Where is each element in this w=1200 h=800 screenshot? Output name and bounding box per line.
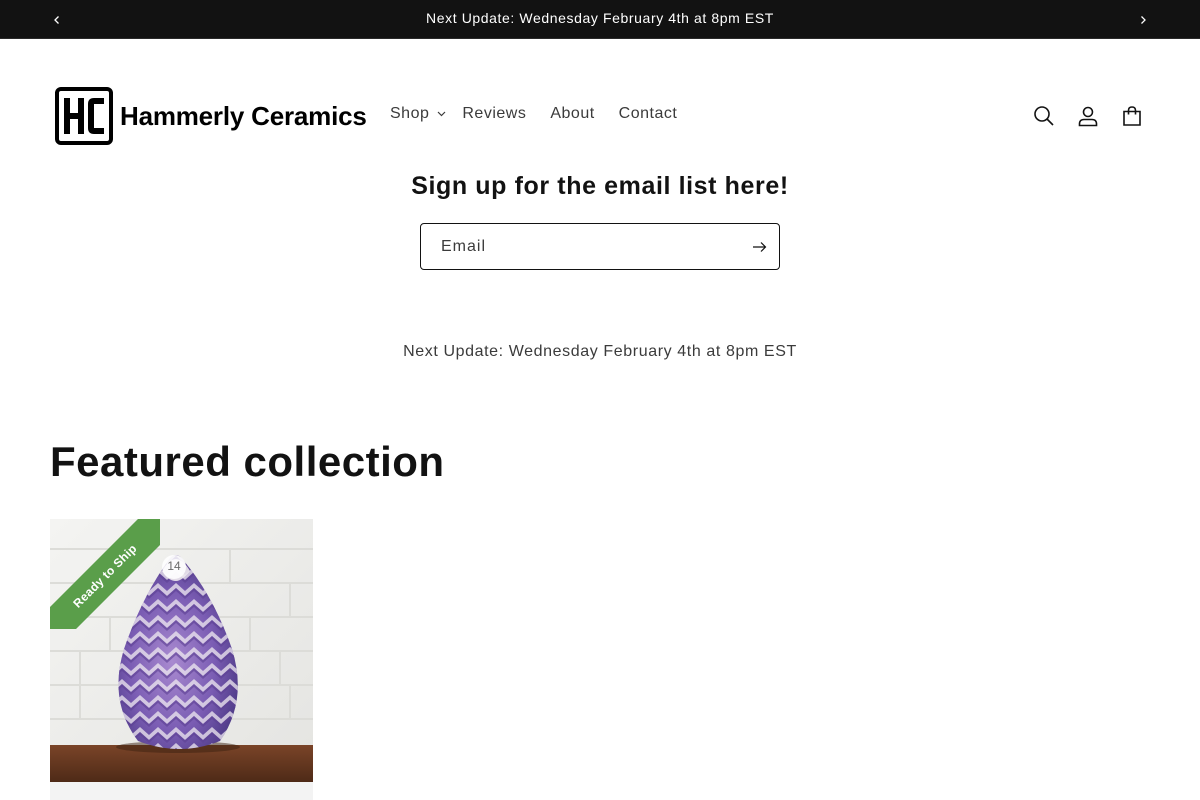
announcement-bar: Next Update: Wednesday February 4th at 8… (0, 0, 1200, 39)
logo-mark-icon (55, 87, 113, 145)
newsletter-title: Sign up for the email list here! (411, 172, 789, 200)
email-input[interactable] (421, 224, 741, 269)
main-nav: Shop Reviews About Contact (390, 105, 677, 123)
nav-item-label: Shop (390, 105, 430, 122)
badge-label: Ready to Ship (70, 541, 140, 611)
product-number-tag: 14 (167, 559, 181, 573)
nav-item-shop[interactable]: Shop (390, 105, 446, 123)
nav-item-contact[interactable]: Contact (619, 105, 678, 123)
ready-to-ship-badge: Ready to Ship (50, 519, 160, 629)
search-button[interactable] (1031, 103, 1057, 129)
subscribe-button[interactable] (747, 235, 771, 259)
header-icons (1031, 103, 1145, 129)
announcement-text: Next Update: Wednesday February 4th at 8… (426, 10, 774, 26)
newsletter-form (420, 223, 780, 270)
nav-item-reviews[interactable]: Reviews (462, 105, 526, 123)
nav-item-label: Contact (618, 105, 678, 122)
featured-collection-title: Featured collection (50, 438, 445, 485)
account-button[interactable] (1075, 103, 1101, 129)
product-card[interactable]: 14 Ready to Ship (50, 519, 313, 800)
chevron-down-icon (437, 111, 446, 117)
arrow-right-icon (752, 242, 766, 252)
update-text: Next Update: Wednesday February 4th at 8… (403, 343, 797, 360)
chevron-right-icon (1141, 16, 1146, 24)
nav-item-label: About (550, 105, 595, 122)
product-info (50, 782, 313, 800)
nav-item-label: Reviews (462, 105, 527, 122)
site-logo[interactable]: Hammerly Ceramics (55, 87, 367, 145)
account-icon (1078, 106, 1098, 127)
next-announcement-button[interactable] (1133, 10, 1153, 30)
cart-button[interactable] (1119, 103, 1145, 129)
cart-icon (1123, 106, 1141, 126)
logo-text: Hammerly Ceramics (120, 100, 367, 131)
search-icon (1034, 106, 1054, 126)
nav-item-about[interactable]: About (550, 105, 594, 123)
